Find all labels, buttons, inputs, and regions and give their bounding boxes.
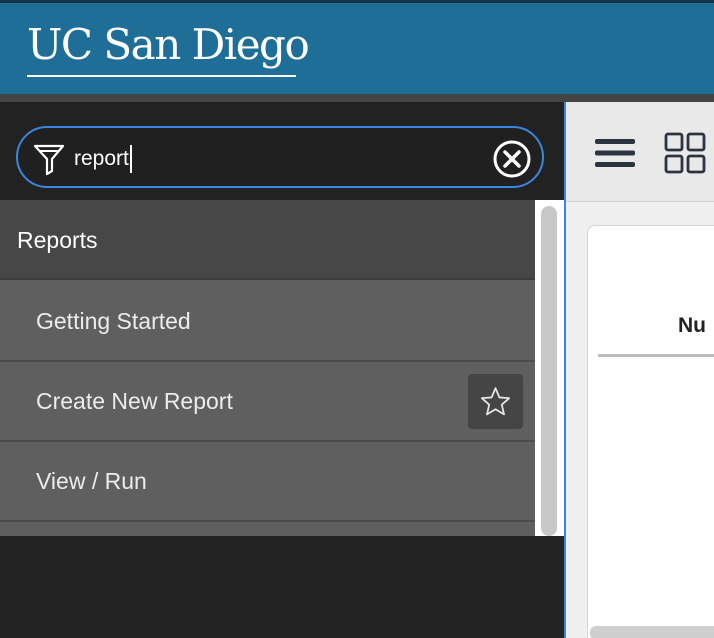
- content-card: Nu: [587, 225, 714, 638]
- menu-item-create-new-report[interactable]: Create New Report: [0, 362, 535, 442]
- uc-san-diego-logo[interactable]: UC San Diego: [27, 19, 310, 71]
- text-caret: [129, 145, 132, 174]
- menu-section-title: Reports: [17, 227, 98, 253]
- search-input-value: report: [74, 147, 129, 170]
- menu-search-field[interactable]: report: [16, 126, 544, 188]
- menu-item-label: Create New Report: [36, 388, 233, 414]
- grid-view-icon[interactable]: [664, 132, 706, 174]
- search-input[interactable]: report: [74, 142, 132, 176]
- logo-underline: [27, 75, 296, 77]
- clear-circle-x-icon[interactable]: [492, 139, 532, 179]
- table-column-header[interactable]: Nu: [678, 314, 706, 338]
- star-outline-icon: [480, 387, 511, 416]
- menu-item-getting-started[interactable]: Getting Started: [0, 282, 535, 362]
- add-favorite-button[interactable]: [468, 374, 523, 429]
- top-header-bar: UC San Diego: [0, 0, 714, 94]
- sidebar-scrollbar[interactable]: [535, 200, 565, 536]
- menu-results-list: Reports Getting Started Create New Repor…: [0, 200, 535, 536]
- column-header-underline: [598, 354, 714, 357]
- horizontal-scrollbar[interactable]: [590, 626, 714, 638]
- header-divider: [0, 94, 714, 102]
- hamburger-menu-icon[interactable]: [594, 136, 636, 170]
- menu-item-view-run[interactable]: View / Run: [0, 442, 535, 522]
- main-content-area: Nu: [566, 102, 714, 638]
- menu-item-label: Getting Started: [36, 308, 191, 334]
- scrollbar-thumb[interactable]: [541, 206, 557, 536]
- menu-section-reports[interactable]: Reports: [0, 200, 535, 280]
- main-toolbar: [566, 102, 714, 202]
- menu-item-label: View / Run: [36, 468, 147, 494]
- funnel-icon: [33, 144, 65, 176]
